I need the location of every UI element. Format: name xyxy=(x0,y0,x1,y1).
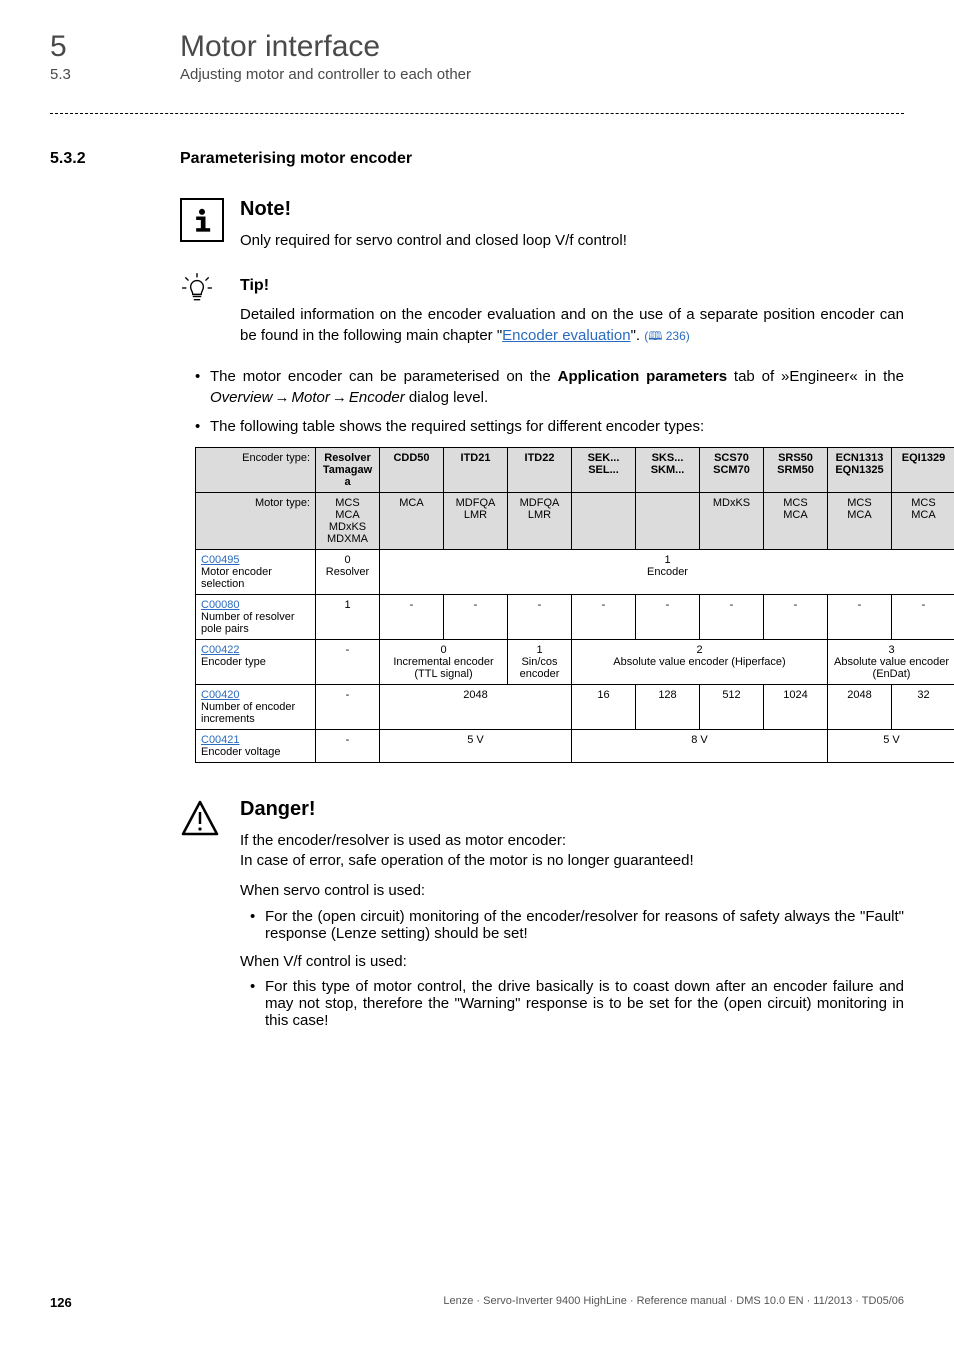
footer-meta: Lenze · Servo-Inverter 9400 HighLine · R… xyxy=(443,1295,904,1310)
table-cell xyxy=(636,492,700,549)
table-cell: 2048 xyxy=(828,684,892,729)
tip-icon xyxy=(180,271,225,346)
tip-title: Tip! xyxy=(240,277,904,295)
table-col-header: ECN1313 EQN1325 xyxy=(828,447,892,492)
subsection-number: 5.3.2 xyxy=(50,150,180,168)
table-cell: - xyxy=(316,684,380,729)
table-cell: 1 Encoder xyxy=(380,549,954,594)
table-cell: 2 Absolute value encoder (Hiperface) xyxy=(572,639,828,684)
table-header-motor-type: Motor type: xyxy=(196,492,316,549)
info-icon xyxy=(180,198,225,251)
section-title-minor: Adjusting motor and controller to each o… xyxy=(180,66,471,83)
page-number: 126 xyxy=(50,1295,72,1310)
table-cell: MCA xyxy=(380,492,444,549)
table-cell: - xyxy=(316,639,380,684)
chapter-title: Motor interface xyxy=(180,30,380,64)
table-cell: - xyxy=(316,729,380,762)
param-link-c00422[interactable]: C00422 xyxy=(201,644,240,656)
danger-title: Danger! xyxy=(240,798,904,821)
table-col-header: ITD22 xyxy=(508,447,572,492)
table-cell: 3 Absolute value encoder (EnDat) xyxy=(828,639,954,684)
table-cell: 5 V xyxy=(380,729,572,762)
table-cell: - xyxy=(444,594,508,639)
subsection-title: Parameterising motor encoder xyxy=(180,150,412,168)
tip-text-suffix: ". xyxy=(631,327,645,344)
page-footer: 126 Lenze · Servo-Inverter 9400 HighLine… xyxy=(50,1295,904,1310)
table-cell: MDFQA LMR xyxy=(508,492,572,549)
danger-p1: If the encoder/resolver is used as motor… xyxy=(240,831,904,872)
table-cell: 1 Sin/cos encoder xyxy=(508,639,572,684)
table-cell: 8 V xyxy=(572,729,828,762)
table-cell: - xyxy=(508,594,572,639)
bullet-icon: • xyxy=(250,978,265,1029)
note-text: Only required for servo control and clos… xyxy=(240,231,904,251)
param-link-c00080[interactable]: C00080 xyxy=(201,599,240,611)
table-cell: 1024 xyxy=(764,684,828,729)
table-cell: 0 Resolver xyxy=(316,549,380,594)
table-cell: 0 Incremental encoder (TTL signal) xyxy=(380,639,508,684)
danger-bullet-2: For this type of motor control, the driv… xyxy=(265,978,904,1029)
table-cell: MCS MCA xyxy=(892,492,954,549)
table-header-encoder-type: Encoder type: xyxy=(196,447,316,492)
table-cell: MDFQA LMR xyxy=(444,492,508,549)
table-col-header: SEK... SEL... xyxy=(572,447,636,492)
table-col-header: ITD21 xyxy=(444,447,508,492)
encoder-settings-table: Encoder type: Resolver Tamagawa CDD50 IT… xyxy=(195,447,954,763)
danger-bullet-1: For the (open circuit) monitoring of the… xyxy=(265,908,904,942)
table-cell: MCS MCA MDxKS MDXMA xyxy=(316,492,380,549)
table-row-label: C00495 Motor encoder selection xyxy=(196,549,316,594)
table-cell xyxy=(572,492,636,549)
tip-text: Detailed information on the encoder eval… xyxy=(240,305,904,346)
bullet-icon: • xyxy=(195,416,210,437)
table-cell: - xyxy=(380,594,444,639)
table-cell: - xyxy=(828,594,892,639)
param-link-c00421[interactable]: C00421 xyxy=(201,734,240,746)
arrow-icon: → xyxy=(330,389,349,406)
bullet-icon: • xyxy=(195,366,210,408)
page-ref[interactable]: (🕮 236) xyxy=(644,329,690,343)
table-cell: 16 xyxy=(572,684,636,729)
encoder-evaluation-link[interactable]: Encoder evaluation xyxy=(502,327,630,344)
table-col-header: SCS70 SCM70 xyxy=(700,447,764,492)
chapter-number: 5 xyxy=(50,30,180,64)
section-number-minor: 5.3 xyxy=(50,66,180,83)
table-col-header: CDD50 xyxy=(380,447,444,492)
table-cell: MDxKS xyxy=(700,492,764,549)
danger-icon xyxy=(180,798,225,1029)
table-col-header: Resolver Tamagawa xyxy=(316,447,380,492)
table-col-header: EQI1329 xyxy=(892,447,954,492)
table-cell: 2048 xyxy=(380,684,572,729)
bullet-1: The motor encoder can be parameterised o… xyxy=(210,366,904,408)
danger-p2: When servo control is used: xyxy=(240,881,904,901)
table-cell: MCS MCA xyxy=(828,492,892,549)
table-row-label: C00080 Number of resolver pole pairs xyxy=(196,594,316,639)
table-cell: 5 V xyxy=(828,729,954,762)
separator xyxy=(50,113,904,115)
table-cell: 512 xyxy=(700,684,764,729)
arrow-icon: → xyxy=(273,389,292,406)
table-col-header: SRS50 SRM50 xyxy=(764,447,828,492)
table-row-label: C00422 Encoder type xyxy=(196,639,316,684)
table-cell: 32 xyxy=(892,684,954,729)
table-cell: - xyxy=(892,594,954,639)
table-cell: 128 xyxy=(636,684,700,729)
table-cell: - xyxy=(700,594,764,639)
table-col-header: SKS... SKM... xyxy=(636,447,700,492)
note-title: Note! xyxy=(240,198,904,221)
param-link-c00495[interactable]: C00495 xyxy=(201,554,240,566)
table-row-label: C00421 Encoder voltage xyxy=(196,729,316,762)
table-cell: - xyxy=(572,594,636,639)
table-cell: - xyxy=(764,594,828,639)
bullet-icon: • xyxy=(250,908,265,942)
table-cell: MCS MCA xyxy=(764,492,828,549)
table-cell: 1 xyxy=(316,594,380,639)
table-cell: - xyxy=(636,594,700,639)
param-link-c00420[interactable]: C00420 xyxy=(201,689,240,701)
bullet-2: The following table shows the required s… xyxy=(210,416,904,437)
table-row-label: C00420 Number of encoder increments xyxy=(196,684,316,729)
danger-p3: When V/f control is used: xyxy=(240,952,904,972)
